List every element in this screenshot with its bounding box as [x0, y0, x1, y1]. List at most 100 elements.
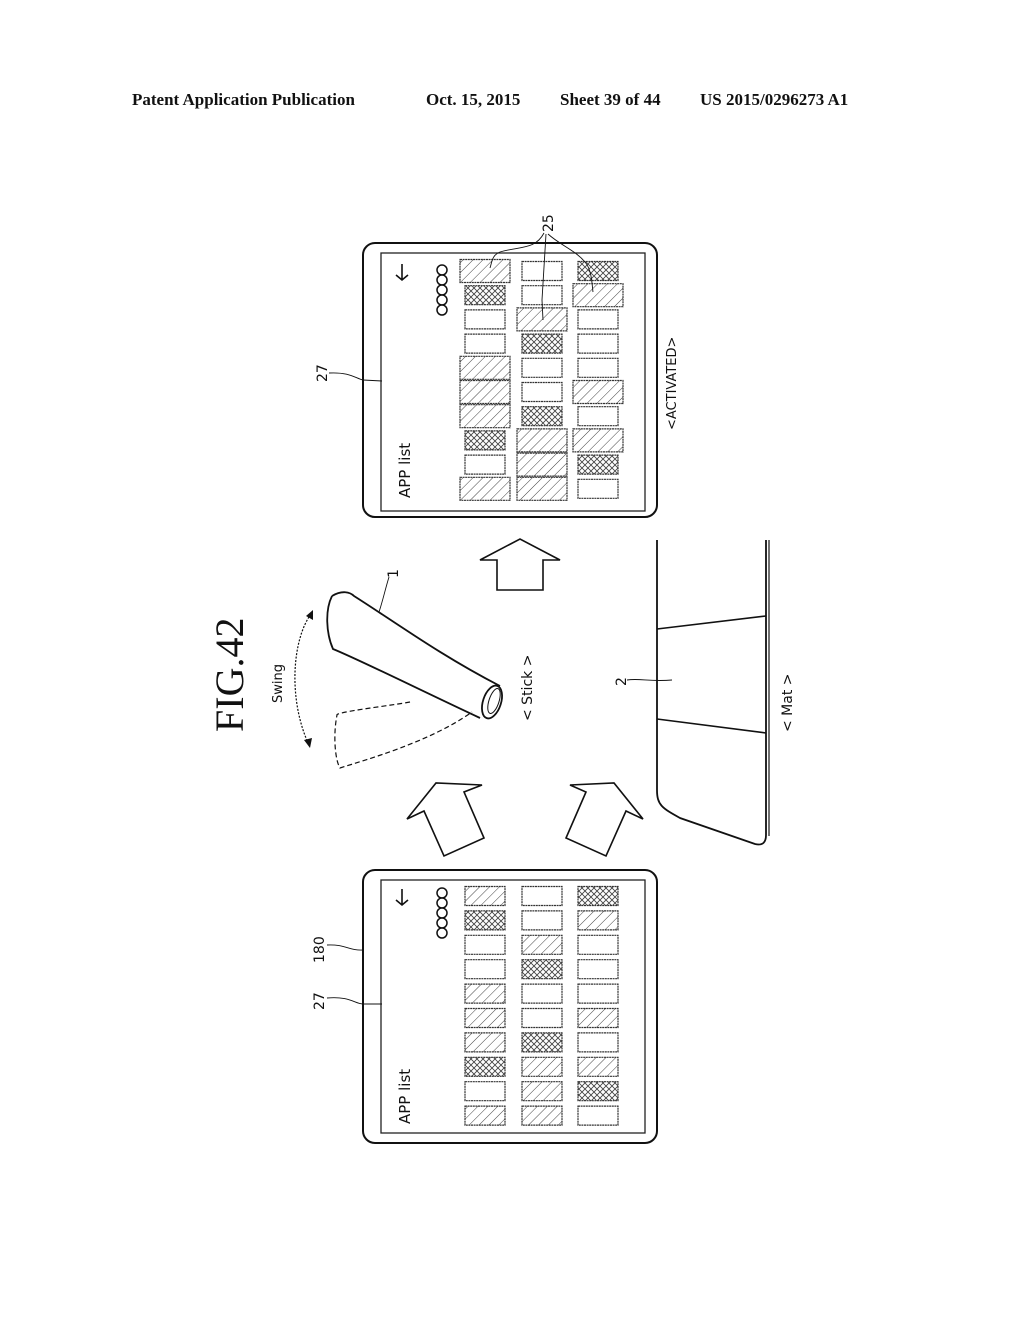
app-tile[interactable] — [464, 430, 506, 451]
figure-title: FIG.42 — [207, 618, 252, 732]
app-tile[interactable] — [464, 285, 506, 306]
app-tile[interactable] — [577, 357, 619, 378]
page-dot[interactable] — [436, 284, 448, 296]
app-tile[interactable] — [521, 1056, 563, 1077]
app-tile[interactable] — [464, 959, 506, 980]
app-tile[interactable] — [577, 983, 619, 1004]
app-tile[interactable] — [464, 934, 506, 955]
app-tile[interactable] — [464, 1007, 506, 1029]
page-dots-indicator — [436, 264, 448, 316]
app-tile[interactable] — [464, 309, 506, 330]
app-tile[interactable] — [464, 885, 506, 907]
app-tile[interactable] — [577, 333, 619, 354]
activated-label: <ACTIVATED> — [665, 337, 680, 430]
app-tile[interactable] — [459, 476, 511, 501]
page-dots-indicator — [436, 887, 448, 939]
app-tile[interactable] — [521, 1032, 563, 1053]
page-dot[interactable] — [436, 927, 448, 939]
leader-line-27-top — [328, 372, 383, 382]
app-tile[interactable] — [577, 260, 619, 282]
app-tile[interactable] — [459, 258, 511, 284]
app-tile[interactable] — [577, 959, 619, 980]
app-tile[interactable] — [572, 283, 624, 308]
app-tile[interactable] — [521, 910, 563, 931]
up-arrow-right-icon — [564, 782, 644, 858]
app-tile[interactable] — [577, 934, 619, 955]
app-tile[interactable] — [521, 1081, 563, 1102]
device-panel-bottom: APP list — [362, 869, 658, 1144]
app-tile[interactable] — [459, 404, 511, 429]
app-tile[interactable] — [521, 1105, 563, 1126]
leader-line-1 — [378, 576, 390, 613]
panel-title-top: APP list — [396, 443, 414, 498]
app-tile[interactable] — [577, 406, 619, 427]
app-tile[interactable] — [516, 476, 568, 501]
page-dot[interactable] — [436, 274, 448, 286]
page-dot[interactable] — [436, 294, 448, 306]
app-tile[interactable] — [521, 959, 563, 980]
device-panel-top: APP list — [362, 242, 658, 518]
leader-line-180 — [326, 944, 364, 951]
app-tile[interactable] — [521, 381, 563, 403]
mat-illustration — [656, 540, 770, 846]
stick-label: < Stick > — [520, 655, 536, 721]
app-tile[interactable] — [577, 1032, 619, 1053]
app-tile[interactable] — [516, 452, 568, 477]
app-tile[interactable] — [464, 1081, 506, 1102]
app-tile[interactable] — [516, 307, 568, 332]
ref-label-27-bottom: 27 — [312, 992, 328, 1010]
app-tile[interactable] — [577, 309, 619, 330]
app-tile[interactable] — [577, 885, 619, 907]
swing-label: Swing — [271, 664, 286, 703]
app-tile[interactable] — [464, 910, 506, 931]
page-dot[interactable] — [436, 264, 448, 276]
app-tile[interactable] — [464, 1056, 506, 1077]
ref-label-1: 1 — [386, 569, 402, 578]
back-arrow-icon[interactable] — [395, 264, 409, 282]
app-tile[interactable] — [572, 428, 624, 453]
app-tile[interactable] — [577, 1105, 619, 1126]
app-tile[interactable] — [516, 428, 568, 453]
app-tile[interactable] — [572, 379, 624, 405]
ref-label-27-top: 27 — [315, 364, 331, 382]
up-arrow-left-icon — [406, 782, 486, 858]
ref-label-25: 25 — [541, 214, 557, 232]
mat-label: < Mat > — [780, 673, 796, 732]
app-tile[interactable] — [521, 885, 563, 907]
app-tile[interactable] — [521, 983, 563, 1004]
app-tile[interactable] — [577, 1056, 619, 1077]
back-arrow-icon[interactable] — [395, 889, 409, 907]
panel-title-bottom: APP list — [396, 1069, 414, 1124]
page-dot[interactable] — [436, 917, 448, 929]
figure-canvas: FIG.42 APP list 27 25 <ACTIVATED> APP li… — [207, 214, 796, 1144]
app-tile[interactable] — [464, 1105, 506, 1126]
app-tile-grid-top — [459, 258, 624, 501]
page-dot[interactable] — [436, 304, 448, 316]
page-dot[interactable] — [436, 897, 448, 909]
app-tile[interactable] — [577, 910, 619, 931]
app-tile[interactable] — [464, 333, 506, 354]
page-dot[interactable] — [436, 887, 448, 899]
app-tile[interactable] — [521, 357, 563, 378]
page-dot[interactable] — [436, 907, 448, 919]
leader-line-27-bottom — [326, 997, 382, 1005]
swing-arrow-icon — [294, 610, 313, 748]
ref-label-2: 2 — [614, 677, 630, 686]
app-tile[interactable] — [577, 454, 619, 475]
app-tile[interactable] — [521, 260, 563, 282]
app-tile[interactable] — [577, 1007, 619, 1029]
app-tile[interactable] — [464, 1032, 506, 1053]
app-tile[interactable] — [577, 478, 619, 499]
app-tile[interactable] — [521, 1007, 563, 1029]
app-tile[interactable] — [577, 1081, 619, 1102]
app-tile[interactable] — [521, 934, 563, 955]
leader-line-2 — [626, 678, 673, 682]
ref-label-180: 180 — [312, 936, 328, 963]
app-tile[interactable] — [459, 379, 511, 405]
stick-illustration — [326, 591, 503, 769]
app-tile[interactable] — [521, 406, 563, 427]
app-tile[interactable] — [521, 333, 563, 354]
app-tile[interactable] — [464, 983, 506, 1004]
app-tile[interactable] — [464, 454, 506, 475]
app-tile[interactable] — [459, 355, 511, 380]
